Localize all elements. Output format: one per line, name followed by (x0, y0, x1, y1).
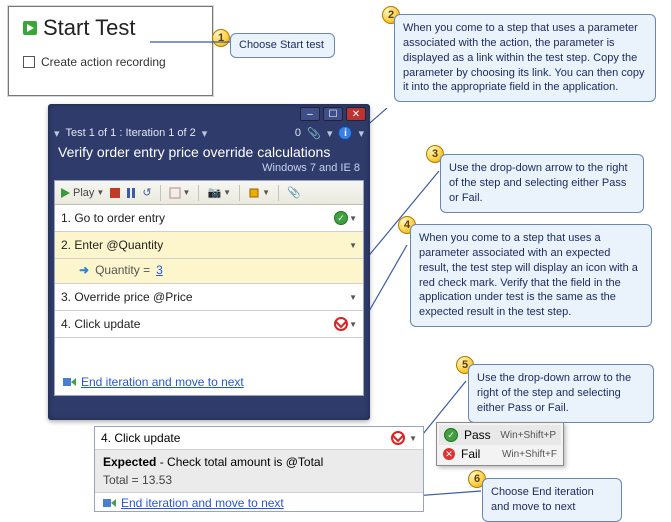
play-icon (23, 21, 37, 35)
create-recording-row[interactable]: Create action recording (9, 45, 212, 69)
menu-fail-label: Fail (461, 447, 480, 461)
step-text: 4. Click update (61, 317, 329, 331)
test-step[interactable]: 2. Enter @Quantity ▼ (55, 232, 363, 259)
start-test-title[interactable]: Start Test (9, 7, 212, 45)
bug-button[interactable]: ▼ (248, 187, 270, 199)
attach-button[interactable]: 📎 (287, 186, 301, 199)
callout-4-text: When you come to a step that uses a para… (419, 232, 638, 318)
step-menu[interactable]: ▼ (349, 320, 357, 329)
step-text: 3. Override price @Price (61, 290, 329, 304)
checkbox-icon[interactable] (23, 56, 35, 68)
step-menu[interactable]: ▼ (349, 293, 357, 302)
detail-end-iteration-row: End iteration and move to next (95, 493, 423, 513)
highlight-button[interactable]: ▼ (169, 187, 191, 199)
detail-step-text: 4. Click update (101, 431, 391, 445)
pass-icon: ✓ (444, 428, 458, 442)
start-test-label: Start Test (43, 15, 136, 41)
end-iteration-icon (103, 497, 115, 509)
detail-step-row[interactable]: 4. Click update ▼ (95, 427, 423, 450)
test-case-title: Verify order entry price override calcul… (48, 142, 370, 162)
callout-1-text: Choose Start test (239, 39, 324, 51)
chevron-down-icon[interactable]: ▾ (54, 127, 60, 140)
info-icon[interactable]: i (338, 126, 352, 140)
param-label: Quantity = (95, 263, 150, 277)
callout-3-text: Use the drop-down arrow to the right of … (449, 162, 628, 204)
play-button[interactable]: Play ▼ (61, 187, 104, 199)
step-menu[interactable]: ▼ (349, 214, 357, 223)
callout-5-text: Use the drop-down arrow to the right of … (477, 372, 631, 414)
create-recording-label: Create action recording (41, 55, 166, 69)
chevron-down-icon[interactable]: ▾ (358, 127, 364, 140)
step-menu[interactable]: ▼ (349, 241, 357, 250)
menu-fail-key: Win+Shift+F (502, 449, 557, 460)
play-label: Play (73, 187, 94, 199)
attachment-icon[interactable]: 📎 (307, 126, 321, 140)
callout-3: Use the drop-down arrow to the right of … (440, 154, 644, 213)
menu-pass-label: Pass (464, 428, 491, 442)
badge-1: 1 (212, 29, 230, 47)
test-progress: Test 1 of 1 : Iteration 1 of 2 (66, 127, 196, 139)
verify-mark (391, 431, 405, 445)
runner-body: Play ▼ ↺ ▼ 📷▼ ▼ 📎 1. Go to order entry ✓… (54, 180, 364, 396)
maximize-button[interactable]: ☐ (323, 107, 343, 121)
menu-fail[interactable]: ✕ Fail Win+Shift+F (439, 445, 561, 463)
test-steps: 1. Go to order entry ✓ ▼ 2. Enter @Quant… (55, 205, 363, 369)
callout-5: Use the drop-down arrow to the right of … (468, 364, 654, 423)
test-runner-window: – ☐ ✕ ▾ Test 1 of 1 : Iteration 1 of 2 ▾… (48, 104, 370, 420)
step-text: 1. Go to order entry (61, 211, 329, 225)
end-iteration-link[interactable]: End iteration and move to next (121, 496, 284, 510)
step-count: 0 (295, 127, 301, 139)
arrow-icon: ➜ (79, 263, 89, 277)
camera-button[interactable]: 📷▼ (207, 186, 231, 199)
pass-mark: ✓ (333, 210, 349, 226)
test-step[interactable]: 1. Go to order entry ✓ ▼ (55, 205, 363, 232)
step-parameter: ➜ Quantity = 3 (55, 259, 363, 284)
end-iteration-link[interactable]: End iteration and move to next (81, 375, 244, 389)
chevron-down-icon[interactable]: ▾ (202, 127, 208, 140)
test-step[interactable]: 4. Click update ▼ (55, 311, 363, 338)
step-text: 2. Enter @Quantity (61, 238, 329, 252)
runner-status-bar: ▾ Test 1 of 1 : Iteration 1 of 2 ▾ 0 📎 ▾… (48, 124, 370, 142)
fail-icon: ✕ (443, 448, 455, 460)
reset-button[interactable]: ↺ (142, 186, 151, 199)
callout-6: Choose End iteration and move to next (482, 478, 622, 522)
menu-pass-key: Win+Shift+P (500, 430, 556, 441)
stop-button[interactable] (110, 188, 120, 198)
callout-6-text: Choose End iteration and move to next (491, 486, 594, 513)
close-button[interactable]: ✕ (346, 107, 366, 121)
expected-label: Expected (103, 455, 156, 469)
window-controls: – ☐ ✕ (48, 104, 370, 124)
callout-4: When you come to a step that uses a para… (410, 224, 652, 327)
expected-result: Expected - Check total amount is @Total … (95, 450, 423, 493)
callout-2-text: When you come to a step that uses a para… (403, 22, 645, 93)
step-detail-panel: 4. Click update ▼ Expected - Check total… (94, 426, 424, 512)
parameter-link[interactable]: 3 (156, 263, 163, 277)
expected-total: Total = 13.53 (103, 473, 415, 487)
test-step[interactable]: 3. Override price @Price ▼ (55, 284, 363, 311)
callout-2: When you come to a step that uses a para… (394, 14, 656, 102)
pass-fail-menu: ✓ Pass Win+Shift+P ✕ Fail Win+Shift+F (436, 422, 564, 466)
minimize-button[interactable]: – (300, 107, 320, 121)
verify-mark (333, 316, 349, 332)
start-test-box: Start Test Create action recording (8, 6, 213, 96)
menu-pass[interactable]: ✓ Pass Win+Shift+P (439, 425, 561, 445)
chevron-down-icon[interactable]: ▾ (327, 127, 333, 140)
end-iteration-icon (63, 376, 75, 388)
runner-toolbar: Play ▼ ↺ ▼ 📷▼ ▼ 📎 (55, 181, 363, 205)
pause-button[interactable] (126, 188, 136, 198)
expected-text: - Check total amount is @Total (156, 455, 323, 469)
test-config: Windows 7 and IE 8 (48, 162, 370, 180)
end-iteration-row: End iteration and move to next (55, 369, 363, 395)
callout-1: Choose Start test (230, 33, 335, 58)
step-menu[interactable]: ▼ (409, 434, 417, 443)
